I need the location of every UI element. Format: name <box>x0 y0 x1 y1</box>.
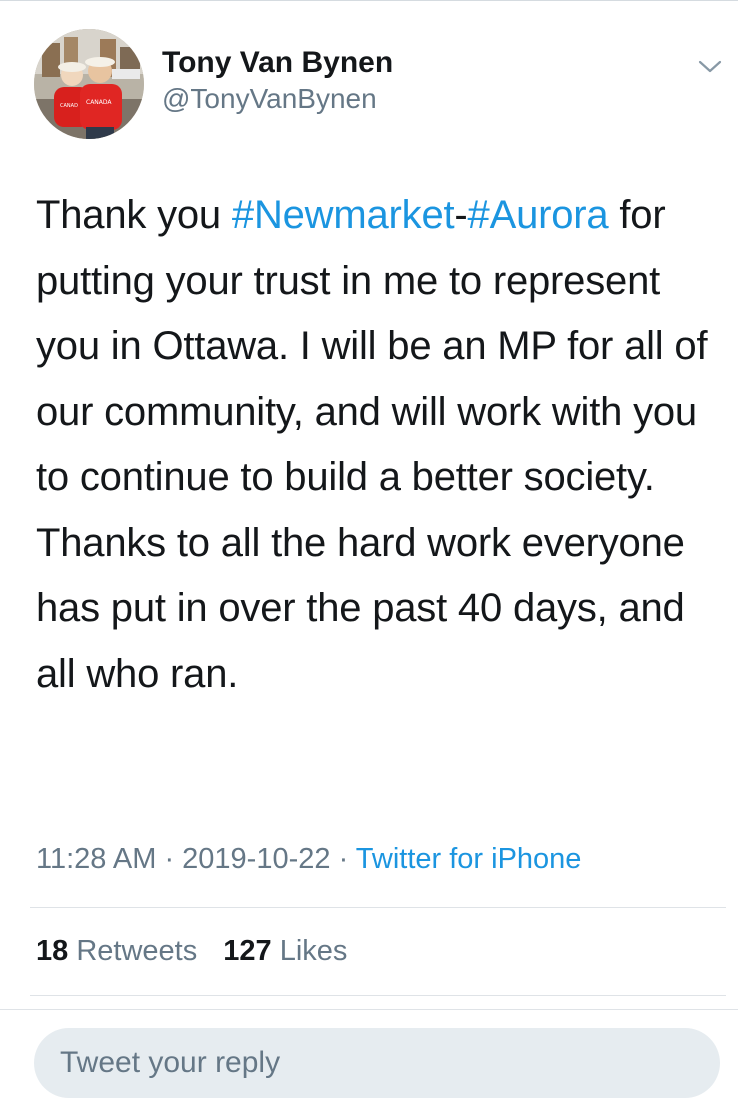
reply-bar <box>0 1009 738 1108</box>
retweets-label: Retweets <box>76 935 198 967</box>
likes-stat-link[interactable]: 127 Likes <box>223 935 347 967</box>
svg-text:CANADA: CANADA <box>86 99 112 106</box>
divider <box>30 995 726 996</box>
meta-separator: · <box>330 843 356 875</box>
tweet-time: 11:28 AM <box>36 843 157 875</box>
retweets-count: 18 <box>36 935 69 967</box>
author-display-name[interactable]: Tony Van Bynen <box>162 45 393 81</box>
svg-text:CANAD: CANAD <box>60 103 78 109</box>
tweet-date: 2019-10-22 <box>182 843 331 875</box>
profile-photo-icon: CANADA CANAD <box>34 29 144 139</box>
likes-label: Likes <box>279 935 348 967</box>
tweet-detail-view: CANADA CANAD Tony Van Bynen @TonyVanByne… <box>0 0 738 1108</box>
author-handle[interactable]: @TonyVanBynen <box>162 81 393 117</box>
tweet-text-body: for putting your trust in me to represen… <box>36 193 708 696</box>
tweet-menu-button[interactable] <box>694 55 726 79</box>
hashtag-aurora-link[interactable]: #Aurora <box>468 193 609 237</box>
avatar[interactable]: CANADA CANAD <box>34 29 144 139</box>
retweets-stat-link[interactable]: 18 Retweets <box>36 935 197 967</box>
likes-count: 127 <box>223 935 272 967</box>
reply-input[interactable] <box>34 1028 720 1098</box>
meta-separator: · <box>156 843 183 875</box>
hashtag-newmarket-link[interactable]: #Newmarket <box>232 193 455 237</box>
divider <box>30 907 726 908</box>
tweet-text: Thank you #Newmarket-#Aurora for putting… <box>36 183 726 707</box>
tweet-text-intro: Thank you <box>36 193 232 237</box>
tweet-source-link[interactable]: Twitter for iPhone <box>356 843 582 875</box>
tweet-stats: 18 Retweets 127 Likes <box>36 931 365 971</box>
tweet-text-dash: - <box>454 193 468 237</box>
tweet-header: CANADA CANAD Tony Van Bynen @TonyVanByne… <box>0 1 738 151</box>
author-names: Tony Van Bynen @TonyVanBynen <box>162 45 393 117</box>
tweet-meta: 11:28 AM · 2019-10-22 · Twitter for iPho… <box>36 839 581 879</box>
chevron-down-icon <box>698 60 722 73</box>
